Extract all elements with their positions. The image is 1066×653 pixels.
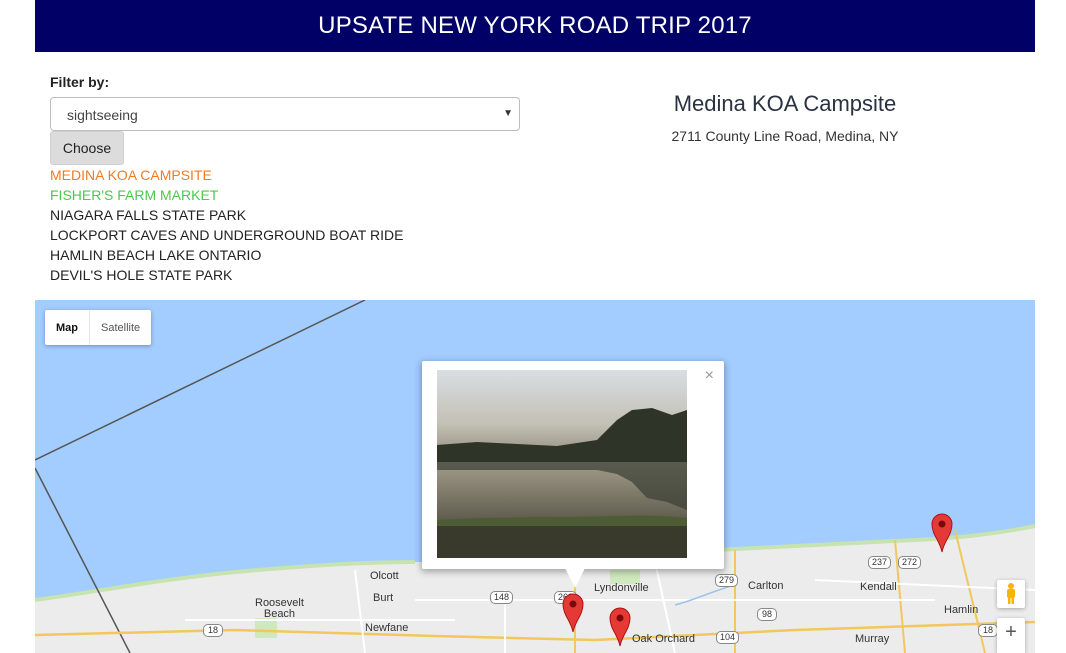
- route-shield-98: 98: [757, 608, 777, 621]
- route-shield-148: 148: [490, 591, 514, 604]
- zoom-in-button[interactable]: +: [997, 618, 1025, 653]
- town-label-murray: Murray: [855, 633, 890, 645]
- info-window-close-button[interactable]: ×: [705, 367, 714, 385]
- route-shield-279: 279: [715, 574, 739, 587]
- place-item-hamlin-beach[interactable]: HAMLIN BEACH LAKE ONTARIO: [50, 247, 403, 267]
- town-label-carlton: Carlton: [748, 580, 784, 592]
- page-title: UPSATE NEW YORK ROAD TRIP 2017: [318, 12, 752, 39]
- category-select-value: sightseeing: [67, 107, 138, 123]
- route-shield-18: 18: [203, 624, 223, 637]
- places-list: MEDINA KOA CAMPSITE FISHER'S FARM MARKET…: [50, 167, 403, 287]
- map-type-map-button[interactable]: Map: [45, 310, 90, 345]
- place-item-fishers-farm[interactable]: FISHER'S FARM MARKET: [50, 187, 403, 207]
- map-info-window: ×: [422, 361, 724, 569]
- chevron-down-icon: ▼: [503, 108, 513, 119]
- town-label-kendall: Kendall: [860, 581, 897, 593]
- page-banner: UPSATE NEW YORK ROAD TRIP 2017: [35, 0, 1035, 52]
- place-detail-address: 2711 County Line Road, Medina, NY: [671, 128, 899, 144]
- town-label-roosevelt-beach: Roosevelt Beach: [255, 597, 304, 620]
- map-type-control: Map Satellite: [45, 310, 152, 345]
- filter-label: Filter by:: [50, 74, 110, 90]
- place-item-devils-hole[interactable]: DEVIL'S HOLE STATE PARK: [50, 267, 403, 287]
- map-marker-hamlin-beach[interactable]: [931, 513, 953, 553]
- info-window-pointer: [565, 568, 585, 588]
- street-view-pegman-control[interactable]: [997, 580, 1025, 608]
- route-shield-104: 104: [716, 631, 740, 644]
- map-marker-medina-koa[interactable]: [562, 593, 584, 633]
- town-label-olcott: Olcott: [370, 570, 399, 582]
- place-item-medina-koa[interactable]: MEDINA KOA CAMPSITE: [50, 167, 403, 187]
- town-label-lyndonville: Lyndonville: [594, 582, 649, 594]
- town-label-hamlin: Hamlin: [944, 604, 979, 616]
- route-shield-18-east: 18: [978, 624, 998, 637]
- choose-button[interactable]: Choose: [50, 131, 124, 165]
- route-shield-272: 272: [898, 556, 922, 569]
- map-type-satellite-button[interactable]: Satellite: [90, 310, 151, 345]
- campsite-photo: [437, 370, 687, 558]
- place-item-lockport-caves[interactable]: LOCKPORT CAVES AND UNDERGROUND BOAT RIDE: [50, 227, 403, 247]
- pegman-icon: [1007, 583, 1015, 604]
- town-label-newfane: Newfane: [365, 622, 409, 634]
- map-canvas[interactable]: Map Satellite Olcott Burt Roosevelt Beac…: [35, 300, 1035, 653]
- route-shield-237: 237: [868, 556, 892, 569]
- place-item-niagara-falls[interactable]: NIAGARA FALLS STATE PARK: [50, 207, 403, 227]
- place-detail-title: Medina KOA Campsite: [673, 91, 897, 116]
- map-marker-fishers-farm[interactable]: [609, 607, 631, 647]
- town-label-oak-orchard: Oak Orchard: [632, 633, 695, 645]
- town-label-burt: Burt: [373, 592, 394, 604]
- category-select[interactable]: sightseeing ▼: [50, 97, 520, 131]
